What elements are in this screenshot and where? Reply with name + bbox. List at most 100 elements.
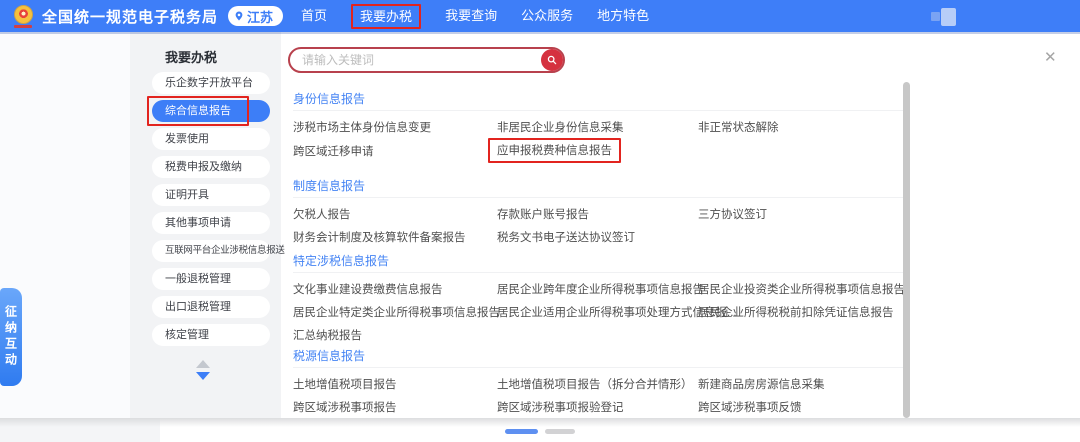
link-cell: 税务文书电子送达协议签订	[497, 228, 698, 246]
sidebar-item-export-refund[interactable]: 出口退税管理	[152, 296, 270, 318]
link-item[interactable]: 涉税市场主体身份信息变更	[293, 119, 431, 135]
search-bar	[288, 47, 565, 73]
pagination-bar[interactable]	[505, 429, 538, 434]
annotation-box	[147, 96, 249, 126]
sidebar-item-other-matters[interactable]: 其他事项申请	[152, 212, 270, 234]
link-item[interactable]: 存款账户账号报告	[497, 206, 589, 222]
sidebar-item-comprehensive-info-report[interactable]: 综合信息报告	[152, 100, 270, 122]
service-sections: 身份信息报告涉税市场主体身份信息变更 非居民企业身份信息采集 非正常状态解除跨区域迁…	[293, 92, 905, 418]
pagination	[505, 429, 575, 434]
link-item[interactable]: 欠税人报告	[293, 206, 351, 222]
link-cell: 居民企业投资类企业所得税事项信息报告	[698, 280, 905, 298]
location-pin-icon	[234, 11, 244, 21]
link-item[interactable]: 土地增值税项目报告	[293, 376, 397, 392]
link-item[interactable]: 非正常状态解除	[698, 119, 779, 135]
link-cell: 土地增值税项目报告	[293, 375, 497, 393]
link-row: 欠税人报告 存款账户账号报告 三方协议签订	[293, 202, 905, 225]
link-item[interactable]: 财务会计制度及核算软件备案报告	[293, 229, 466, 245]
link-item[interactable]: 土地增值税项目报告（拆分合并情形）	[497, 376, 693, 392]
link-cell: 新建商品房房源信息采集	[698, 375, 905, 393]
tax-emblem-icon	[14, 5, 33, 24]
section-title-tax-source-info-report: 税源信息报告	[293, 349, 905, 367]
link-item[interactable]: 居民企业投资类企业所得税事项信息报告	[698, 281, 905, 297]
link-item[interactable]: 税务文书电子送达协议签订	[497, 229, 635, 245]
link-cell: 跨区域涉税事项报告	[293, 398, 497, 416]
user-avatar-redacted	[941, 8, 956, 26]
link-row: 土地增值税项目报告 土地增值税项目报告（拆分合并情形） 新建商品房房源信息采集	[293, 372, 905, 395]
link-cell: 文化事业建设费缴费信息报告	[293, 280, 497, 298]
tax-bureau-logo	[12, 5, 34, 28]
section-specific-tax-info-report: 特定涉税信息报告文化事业建设费缴费信息报告居民企业跨年度企业所得税事项信息报告居…	[293, 254, 905, 346]
pagination-bar[interactable]	[545, 429, 575, 434]
link-cell: 居民企业特定类企业所得税事项信息报告	[293, 303, 497, 321]
link-cell: 居民企业适用企业所得税事项处理方式信息报...	[497, 303, 698, 321]
sidebar-scroll-up-icon[interactable]	[196, 360, 210, 368]
scrollbar[interactable]	[903, 82, 910, 418]
sidebar-item-internet-platform-report[interactable]: 互联网平台企业涉税信息报送	[152, 240, 270, 262]
link-row: 汇总纳税报告	[293, 323, 905, 346]
link-row: 居民企业特定类企业所得税事项信息报告居民企业适用企业所得税事项处理方式信息报..…	[293, 300, 905, 323]
topbar: 全国统一规范电子税务局 江苏 首页我要办税我要查询公众服务地方特色	[0, 0, 1080, 32]
search-button[interactable]	[541, 49, 563, 71]
section-rows: 涉税市场主体身份信息变更 非居民企业身份信息采集 非正常状态解除跨区域迁移申请 应申报…	[293, 111, 905, 161]
link-row: 涉税市场主体身份信息变更 非居民企业身份信息采集 非正常状态解除	[293, 115, 905, 138]
section-rows: 文化事业建设费缴费信息报告 居民企业跨年度企业所得税事项信息报告居民企业投资类企业…	[293, 273, 905, 346]
sidebar-header: 我要办税	[165, 47, 217, 66]
nav-item-home[interactable]: 首页	[301, 0, 327, 32]
link-cell: 土地增值税项目报告（拆分合并情形）	[497, 375, 698, 393]
link-cell: 财务会计制度及核算软件备案报告	[293, 228, 497, 246]
link-row: 文化事业建设费缴费信息报告 居民企业跨年度企业所得税事项信息报告居民企业投资类企业…	[293, 277, 905, 300]
link-item[interactable]: 居民企业跨年度企业所得税事项信息报告	[497, 281, 704, 297]
link-item[interactable]: 汇总纳税报告	[293, 327, 362, 343]
section-title-specific-tax-info-report: 特定涉税信息报告	[293, 254, 905, 272]
section-rows: 土地增值税项目报告土地增值税项目报告（拆分合并情形）新建商品房房源信息采集跨区域…	[293, 368, 905, 418]
bottom-shadow-band	[0, 418, 1080, 427]
region-badge-label: 江苏	[247, 7, 273, 26]
sidebar-item-tax-filing-payment[interactable]: 税费申报及缴纳	[152, 156, 270, 178]
section-title-system-info-report: 制度信息报告	[293, 179, 905, 197]
link-cell: 居民企业所得税税前扣除凭证信息报告	[698, 303, 905, 321]
section-rows: 欠税人报告 存款账户账号报告 三方协议签订财务会计制度及核算软件备案报告 税务文书电子…	[293, 198, 905, 248]
sidebar-item-assessment-management[interactable]: 核定管理	[152, 324, 270, 346]
search-input[interactable]	[290, 53, 541, 67]
search-icon	[547, 54, 557, 66]
link-row: 财务会计制度及核算软件备案报告 税务文书电子送达协议签订	[293, 225, 905, 248]
link-item[interactable]: 应申报税费种信息报告	[488, 138, 621, 163]
link-item[interactable]: 文化事业建设费缴费信息报告	[293, 281, 443, 297]
app-title: 全国统一规范电子税务局	[42, 6, 218, 27]
link-cell: 跨区域涉税事项反馈	[698, 398, 905, 416]
link-item[interactable]: 居民企业特定类企业所得税事项信息报告	[293, 304, 500, 320]
link-cell: 三方协议签订	[698, 205, 905, 223]
link-item[interactable]: 跨区域涉税事项报验登记	[497, 399, 624, 415]
interaction-tab[interactable]: 征纳互动	[0, 288, 22, 386]
link-item[interactable]: 跨区域迁移申请	[293, 143, 374, 159]
sidebar-item-certificate-issuance[interactable]: 证明开具	[152, 184, 270, 206]
nav-item-public-service[interactable]: 公众服务	[521, 0, 573, 32]
sidebar-item-leqi-digital-platform[interactable]: 乐企数字开放平台	[152, 72, 270, 94]
link-cell: 应申报税费种信息报告	[497, 138, 698, 163]
nav-item-do-tax[interactable]: 我要办税	[351, 4, 421, 29]
sidebar-pager	[196, 360, 210, 380]
link-item[interactable]: 三方协议签订	[698, 206, 767, 222]
link-cell: 涉税市场主体身份信息变更	[293, 118, 497, 136]
close-icon[interactable]: ✕	[1044, 48, 1057, 66]
sidebar-item-general-refund[interactable]: 一般退税管理	[152, 268, 270, 290]
link-cell: 非居民企业身份信息采集	[497, 118, 698, 136]
section-title-identity-info-report: 身份信息报告	[293, 92, 905, 110]
link-item[interactable]: 跨区域涉税事项反馈	[698, 399, 802, 415]
sidebar-scroll-down-icon[interactable]	[196, 372, 210, 380]
section-system-info-report: 制度信息报告欠税人报告 存款账户账号报告 三方协议签订财务会计制度及核算软件备案报告…	[293, 179, 905, 248]
link-cell: 存款账户账号报告	[497, 205, 698, 223]
link-item[interactable]: 新建商品房房源信息采集	[698, 376, 825, 392]
nav-item-query[interactable]: 我要查询	[445, 0, 497, 32]
nav-item-local-features[interactable]: 地方特色	[597, 0, 649, 32]
link-cell: 欠税人报告	[293, 205, 497, 223]
app-window: 全国统一规范电子税务局 江苏 首页我要办税我要查询公众服务地方特色 征纳互动 我…	[0, 0, 1080, 442]
link-item[interactable]: 非居民企业身份信息采集	[497, 119, 624, 135]
region-badge[interactable]: 江苏	[228, 6, 283, 26]
sidebar-item-invoice-use[interactable]: 发票使用	[152, 128, 270, 150]
sidebar-menu: 乐企数字开放平台综合信息报告发票使用税费申报及缴纳证明开具其他事项申请互联网平台…	[152, 72, 274, 352]
link-item[interactable]: 跨区域涉税事项报告	[293, 399, 397, 415]
link-item[interactable]: 居民企业所得税税前扣除凭证信息报告	[698, 304, 894, 320]
section-tax-source-info-report: 税源信息报告土地增值税项目报告 土地增值税项目报告（拆分合并情形） 新建商品房房源信…	[293, 349, 905, 418]
